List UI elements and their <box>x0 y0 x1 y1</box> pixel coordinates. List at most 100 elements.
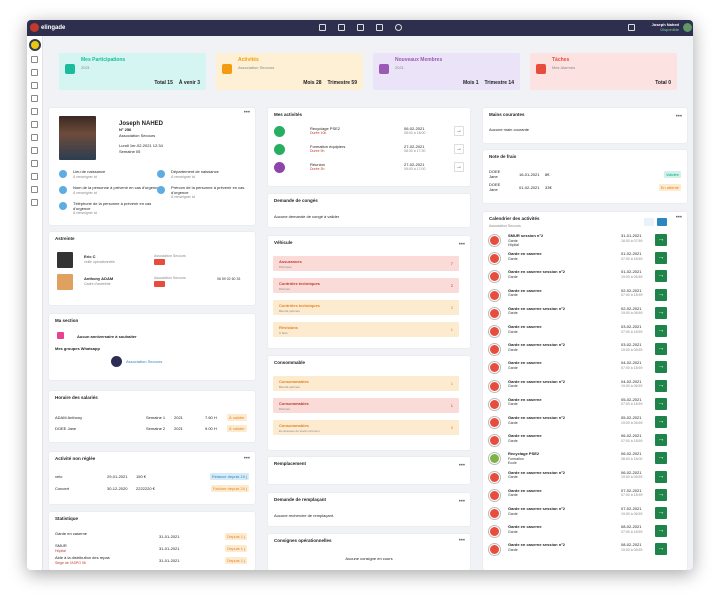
alert-item[interactable]: Consommables Bientôt périmés 1 <box>273 376 459 391</box>
sms-icon[interactable] <box>154 259 165 265</box>
activity-amount: 2222220 € <box>136 486 155 491</box>
stat-card[interactable]: Activités Association Secours Mois 28 Trime… <box>216 53 363 90</box>
alert-item[interactable]: Assurances Périmées 7 <box>273 256 459 271</box>
status-badge[interactable]: À valider <box>227 425 247 432</box>
status-badge[interactable]: À valider <box>227 414 247 421</box>
status-badge[interactable]: Facture depuis 24 j <box>210 485 249 492</box>
go-button[interactable]: → <box>655 234 667 246</box>
more-options-icon[interactable]: ••• <box>459 538 465 544</box>
alert-item[interactable]: Contrôles techniques Périmés 2 <box>273 278 459 293</box>
go-button[interactable]: → <box>655 507 667 519</box>
more-options-icon[interactable]: ••• <box>459 463 465 469</box>
go-button[interactable]: → <box>655 288 667 301</box>
expense-name: DOEE Jane <box>489 169 501 179</box>
stat-value: Trimestre 14 <box>484 80 514 86</box>
go-button[interactable]: → <box>655 470 667 483</box>
status-badge[interactable]: Depuis 1 j <box>225 557 247 564</box>
stat-card[interactable]: Tâches Mes Alarmes Total 0 <box>530 53 677 90</box>
add-icon[interactable] <box>628 24 635 31</box>
alert-item[interactable]: Consommables Périmés 1 <box>273 398 459 413</box>
more-options-icon[interactable]: ••• <box>676 215 682 221</box>
alert-item[interactable]: Contrôles techniques Bientôt périmés 2 <box>273 300 459 315</box>
activity-type-icon <box>489 508 500 519</box>
calendar-item-type: Garde <box>508 293 518 298</box>
user-avatar[interactable] <box>683 23 692 32</box>
card-title: Activité non réglée <box>55 456 96 461</box>
grid-icon[interactable] <box>31 95 38 102</box>
list-view-icon[interactable] <box>644 218 654 226</box>
search-icon[interactable] <box>395 24 402 31</box>
arrow-button[interactable]: → <box>454 162 464 172</box>
alert-item[interactable]: Révisions À faire 1 <box>273 322 459 337</box>
stat-card[interactable]: Mes Participations 2021 Total 15 À venir 3 <box>59 53 206 90</box>
whatsapp-link[interactable]: Association Secours <box>126 359 162 364</box>
file-icon[interactable] <box>31 186 38 193</box>
go-button[interactable]: → <box>655 416 667 428</box>
hours: 7.60 H <box>205 415 217 420</box>
arrow-button[interactable]: → <box>454 144 464 154</box>
go-button[interactable]: → <box>655 452 667 465</box>
more-options-icon[interactable]: ••• <box>244 456 250 462</box>
calendar-icon[interactable] <box>31 69 38 76</box>
go-button[interactable]: → <box>655 361 667 374</box>
calendar-icon[interactable] <box>338 24 345 31</box>
more-options-icon[interactable]: ••• <box>459 499 465 505</box>
more-options-icon[interactable]: ••• <box>459 242 465 248</box>
alert-sub: Bientôt périmés <box>279 385 300 389</box>
go-button[interactable]: → <box>655 343 667 356</box>
list-icon[interactable] <box>357 24 364 31</box>
activity-type-icon <box>489 289 500 301</box>
go-button[interactable]: → <box>655 525 667 538</box>
calendar-item-type: Garde <box>508 493 518 498</box>
activity-time: 09:00 à 17:00 <box>404 167 426 171</box>
user-icon[interactable] <box>31 56 38 63</box>
status-badge[interactable]: Depuis 1 j <box>225 533 247 540</box>
activity-time: 08:30 à 17:30 <box>404 149 426 153</box>
gear-icon[interactable] <box>31 199 38 206</box>
go-button[interactable]: → <box>655 397 667 410</box>
status-badge[interactable]: Validée <box>663 171 681 178</box>
document-icon[interactable] <box>31 160 38 167</box>
more-options-icon[interactable]: ••• <box>676 114 682 120</box>
status-badge[interactable]: En attente <box>658 184 681 191</box>
go-button[interactable]: → <box>655 270 667 283</box>
arrow-button[interactable]: → <box>454 126 464 136</box>
stat-title: Activités <box>238 57 259 63</box>
alert-item[interactable]: Consommables En dessous du stock minimum 3 <box>273 420 459 435</box>
go-button[interactable]: → <box>655 252 667 265</box>
clipboard-icon[interactable] <box>31 108 38 115</box>
go-button[interactable]: → <box>655 434 667 447</box>
users-icon[interactable] <box>31 82 38 89</box>
stat-card[interactable]: Nouveaux Membres 2021 Mois 1 Trimestre 14 <box>373 53 520 90</box>
top-bar: elingade Joseph Nahed Disponible <box>27 20 693 36</box>
go-button[interactable]: → <box>655 543 667 556</box>
sidebar-logo-icon[interactable] <box>29 39 41 51</box>
go-button[interactable]: → <box>655 379 667 392</box>
activity-icon <box>274 162 285 173</box>
calendar-time: 19:00 à 06:59 <box>621 511 643 516</box>
app-logo[interactable]: elingade <box>30 23 65 32</box>
pin-icon[interactable] <box>31 121 38 128</box>
more-options-icon[interactable]: ••• <box>244 110 250 116</box>
person-org: Association Secours <box>154 254 186 258</box>
activity-text: Formation équipiers Durée 9h <box>310 144 345 154</box>
field-sub: À renseigner ici <box>171 195 196 199</box>
dashboard-icon[interactable] <box>319 24 326 31</box>
calendar-view-icon[interactable] <box>657 218 667 226</box>
sms-icon[interactable] <box>154 281 165 287</box>
card-title: Horaire des salariés <box>55 395 98 400</box>
go-button[interactable]: → <box>655 325 667 337</box>
calendar-item: Garde en caserne Garde <box>508 288 542 298</box>
mail-icon[interactable] <box>31 173 38 180</box>
alert-label: Consommables <box>279 401 309 406</box>
calendar-item-name: Garde en caserne session n°2 <box>508 415 565 420</box>
status-badge[interactable]: Relance depuis 10 j <box>209 473 249 480</box>
go-button[interactable]: → <box>655 488 667 501</box>
user-menu[interactable]: Joseph Nahed Disponible <box>652 22 679 32</box>
activity-type-icon <box>489 380 500 392</box>
settings-icon[interactable] <box>31 134 38 141</box>
status-badge[interactable]: Depuis 1 j <box>225 545 247 552</box>
go-button[interactable]: → <box>655 306 667 319</box>
trash-icon[interactable] <box>376 24 383 31</box>
chart-icon[interactable] <box>31 147 38 154</box>
